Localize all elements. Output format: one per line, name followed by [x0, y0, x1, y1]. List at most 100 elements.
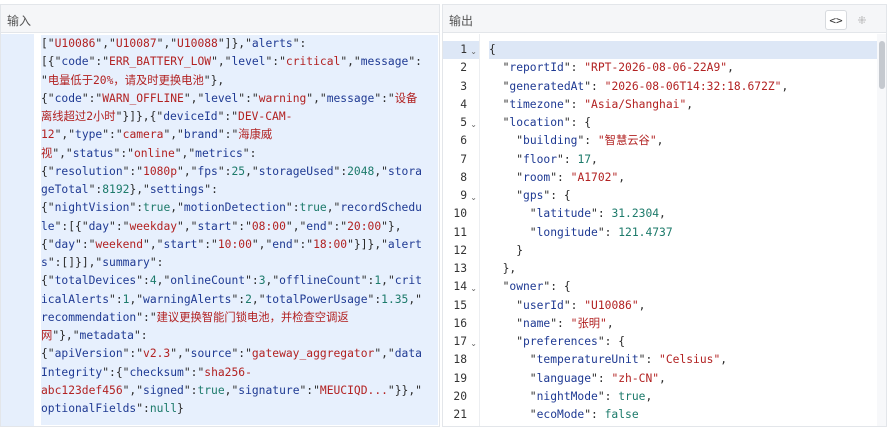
- output-line: "nightMode": true,: [489, 388, 879, 406]
- input-token: ":: [367, 292, 382, 306]
- input-token: "},": [52, 329, 80, 342]
- input-editor[interactable]: ["U10086","U10087","U10088"]},"alerts":[…: [41, 35, 438, 425]
- input-token: ,": [326, 201, 341, 215]
- line-number: 11: [443, 224, 479, 242]
- input-token: geTotal: [41, 183, 89, 196]
- output-token: room: [523, 170, 551, 184]
- input-token: ":[]}],": [47, 256, 103, 269]
- input-gutter: [1, 34, 34, 426]
- output-scrollbar-thumb[interactable]: [879, 41, 885, 89]
- output-token: ,: [656, 134, 664, 148]
- compress-button[interactable]: ⁜: [851, 10, 873, 30]
- input-token: signed: [143, 383, 184, 397]
- input-token: weekday: [129, 219, 178, 233]
- line-number: 9 ⌄: [443, 187, 479, 205]
- input-token: ":: [245, 274, 259, 288]
- input-token: brand: [183, 128, 218, 142]
- input-token: {": [41, 201, 55, 215]
- output-line: "floor": 17,: [489, 151, 879, 169]
- line-number: 20: [443, 388, 479, 406]
- output-token: ,: [618, 170, 626, 184]
- output-scrollbar-track[interactable]: [877, 34, 886, 426]
- output-token: ": [489, 280, 510, 294]
- output-token: "zh-CN": [611, 371, 660, 385]
- output-line: "latitude": 31.2304,: [489, 205, 879, 223]
- input-token: metadata: [79, 329, 134, 342]
- output-token: ":: [563, 61, 585, 75]
- output-token: language: [536, 371, 592, 385]
- output-token: ecoMode: [536, 408, 585, 421]
- input-token: camera: [122, 128, 164, 142]
- line-number: 1 ⌄: [443, 41, 479, 60]
- format-code-button[interactable]: <>: [825, 10, 847, 30]
- input-token: ",": [306, 91, 327, 105]
- line-number: 15: [443, 297, 479, 315]
- line-number: 12: [443, 242, 479, 260]
- output-token: ": {: [543, 189, 571, 202]
- input-token: 12: [41, 128, 55, 142]
- input-token: ":: [136, 274, 150, 288]
- output-line-gutter: 1 ⌄ 2 3 4 5 ⌄ 6 7 8 9 ⌄ 10 11 12 13 14 ⌄ 15 16 17 ⌄ 18 19 20 21: [443, 34, 480, 426]
- output-line: "userId": "U10086",: [489, 297, 879, 315]
- input-token: ,": [170, 201, 184, 215]
- output-token: ": [489, 97, 510, 111]
- input-token: source: [190, 347, 232, 361]
- input-token: true: [197, 383, 225, 397]
- input-line: [{"code":"ERR_BATTERY_LOW","level":"crit…: [41, 53, 438, 71]
- input-token: ",": [170, 347, 191, 361]
- output-line: "location": {: [489, 114, 879, 132]
- input-token: [": [41, 37, 55, 50]
- input-token: {": [41, 91, 55, 105]
- input-token: true: [143, 201, 171, 215]
- input-token: ":": [374, 91, 395, 105]
- line-number-text: 18: [453, 353, 467, 367]
- input-token: ":": [231, 219, 252, 233]
- input-token: ":: [136, 402, 150, 415]
- input-token: level: [204, 91, 239, 105]
- input-token: 电量低于20%，请及时更换电池: [47, 73, 204, 87]
- output-token: ": [489, 335, 524, 348]
- input-token: ":: [333, 164, 348, 178]
- output-editor[interactable]: { "reportId": "RPT-2026-08-06-22A9", "ge…: [489, 41, 879, 425]
- input-line: icalAlerts":1,"warningAlerts":2,"totalPo…: [41, 291, 438, 309]
- output-token: userId: [523, 298, 564, 312]
- input-line: {"nightVision":true,"motionDetection":tr…: [41, 199, 438, 217]
- input-token: ":": [75, 237, 96, 251]
- input-token: ":": [197, 237, 218, 251]
- input-token: le: [41, 219, 55, 233]
- input-token: end: [272, 237, 293, 251]
- output-token: 121.4737: [618, 225, 673, 239]
- input-line: {"day":"weekend","start":"10:00","end":"…: [41, 236, 438, 254]
- input-line: ["U10086","U10087","U10088"]},"alerts":: [41, 35, 438, 53]
- input-token: onlineCount: [170, 274, 246, 288]
- input-token: metrics: [195, 146, 243, 160]
- output-line: {: [489, 41, 879, 60]
- input-token: "}},": [387, 383, 422, 397]
- input-token: ":": [299, 383, 320, 397]
- input-token: ":: [109, 292, 123, 306]
- input-token: storageUsed: [258, 164, 334, 178]
- input-token: ",": [95, 37, 116, 50]
- input-token: 8192: [102, 183, 130, 196]
- input-token: 08:00: [251, 219, 286, 233]
- compress-icon: ⁜: [857, 13, 867, 27]
- line-number-text: 16: [453, 316, 467, 330]
- input-token: ",": [251, 237, 273, 251]
- output-token: generatedAt: [509, 79, 585, 93]
- input-token: "},: [203, 73, 225, 87]
- output-token: 31.2304: [611, 207, 660, 221]
- input-token: },": [129, 183, 150, 196]
- input-token: "}]},": [347, 237, 388, 251]
- output-pane-title: 输出: [449, 14, 474, 28]
- input-pane-header: 输入: [1, 5, 439, 33]
- input-token: signature: [238, 383, 300, 397]
- input-line: {"apiVersion":"v2.3","source":"gateway_a…: [41, 345, 438, 363]
- line-number-text: 13: [453, 262, 467, 275]
- input-token: ,": [374, 164, 388, 178]
- input-token: sha256-: [204, 365, 252, 379]
- input-token: 4: [149, 274, 157, 288]
- output-token: ,: [591, 152, 598, 166]
- output-token: ": [489, 61, 510, 75]
- input-token: day: [88, 219, 110, 233]
- input-token: WARN_OFFLINE: [102, 91, 184, 105]
